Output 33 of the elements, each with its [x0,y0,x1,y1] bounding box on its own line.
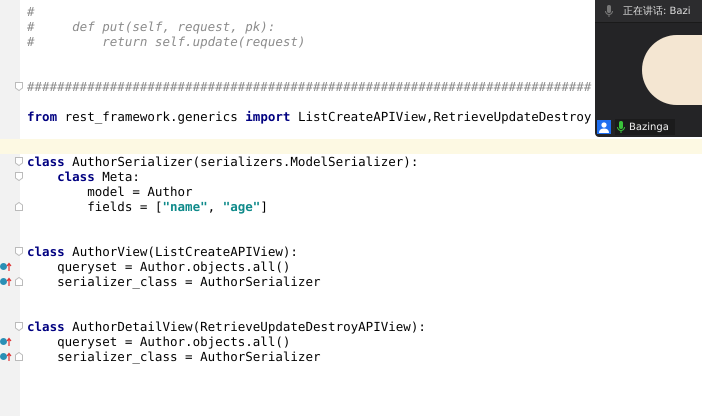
fold-icon[interactable] [15,352,23,361]
code-line: serializer_class = AuthorSerializer [56,349,320,364]
fold-icon[interactable] [15,82,23,91]
microphone-icon [617,121,625,133]
code-line: # return self.update(request) [27,34,306,49]
user-icon [597,120,611,134]
participant-name: Bazinga [629,122,669,132]
code-line: queryset = Author.objects.all() [56,334,290,349]
code-line: model = Author [86,184,193,199]
code-line: serializer_class = AuthorSerializer [56,274,320,289]
fold-icon[interactable] [15,322,23,331]
code-line: from rest_framework.generics import ListCreateAPIView,RetrieveUpdateDestroy [27,109,592,124]
code-line: class Meta: [56,169,140,184]
fold-icon[interactable] [15,202,23,211]
override-icon[interactable] [0,262,12,271]
code-line: # [27,4,35,19]
code-line: ########################################################################### [27,79,592,94]
speaking-label: 正在讲话: Bazi [623,4,691,18]
code-line: class AuthorSerializer(serializers.ModelSerializer): [27,154,418,169]
code-line: class AuthorView(ListCreateAPIView): [27,244,298,259]
fold-icon[interactable] [15,172,23,181]
avatar-placeholder [642,35,702,105]
code-line: # def put(self, request, pk): [27,19,276,34]
fold-icon[interactable] [15,247,23,256]
code-line: queryset = Author.objects.all() [56,259,290,274]
fold-icon[interactable] [15,277,23,286]
override-icon[interactable] [0,337,12,346]
microphone-icon[interactable] [605,5,613,17]
fold-icon[interactable] [15,157,23,166]
code-line: fields = ["name", "age"] [86,199,268,214]
override-icon[interactable] [0,352,12,361]
override-icon[interactable] [0,277,12,286]
code-line: class AuthorDetailView(RetrieveUpdateDestroyAPIView): [27,319,426,334]
